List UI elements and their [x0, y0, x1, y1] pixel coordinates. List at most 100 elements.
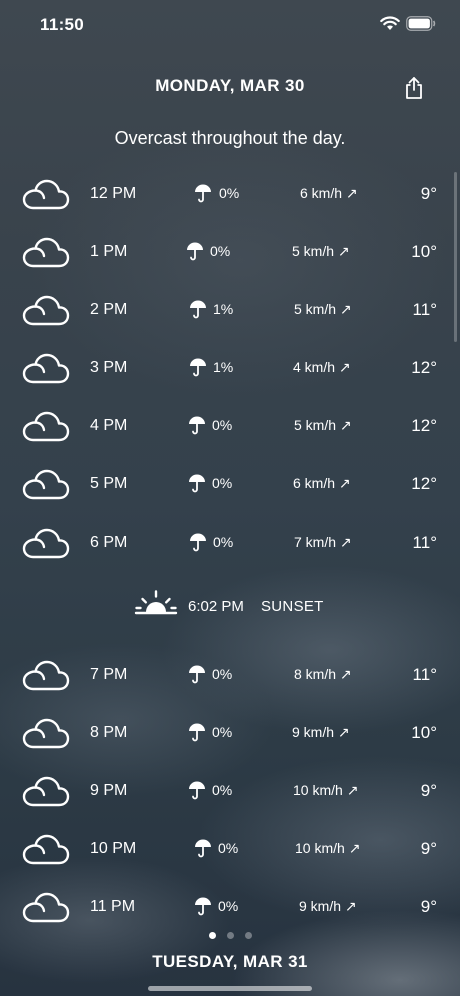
umbrella-icon: [188, 722, 206, 742]
precip-chance: 1%: [213, 301, 234, 317]
hour-row: 9 PM 0% 10 km/h ↗ 9°: [0, 771, 460, 811]
temperature: 12°: [411, 358, 437, 377]
hour-row: 3 PM 1% 4 km/h ↗ 12°: [0, 348, 460, 388]
date-title: MONDAY, MAR 30: [155, 76, 305, 95]
precip-chance: 0%: [212, 417, 233, 433]
hour-row: 8 PM 0% 9 km/h ↗ 10°: [0, 713, 460, 753]
page-dot[interactable]: [245, 932, 252, 939]
umbrella-icon: [188, 415, 206, 435]
cloud-icon: [22, 716, 70, 755]
page-dot[interactable]: [209, 932, 216, 939]
umbrella-icon: [188, 473, 206, 493]
umbrella-icon: [194, 838, 212, 858]
umbrella-icon: [188, 664, 206, 684]
home-indicator[interactable]: [148, 986, 312, 991]
hour-label: 2 PM: [90, 301, 128, 318]
hour-label: 9 PM: [90, 782, 128, 799]
temperature: 10°: [411, 723, 437, 742]
sunset-label: SUNSET: [261, 598, 324, 615]
precip-chance: 0%: [219, 185, 240, 201]
wind-speed: 5 km/h ↗: [292, 243, 350, 259]
wind-speed: 5 km/h ↗: [294, 301, 352, 317]
next-day-title: TUESDAY, MAR 31: [152, 952, 308, 971]
umbrella-icon: [189, 299, 207, 319]
precip-chance: 0%: [212, 782, 233, 798]
battery-icon: [406, 16, 436, 36]
status-bar: 11:50: [0, 0, 460, 50]
wind-speed: 8 km/h ↗: [294, 666, 352, 682]
precip-chance: 0%: [212, 475, 233, 491]
precip-chance: 0%: [212, 724, 233, 740]
sunset-time: 6:02 PM: [188, 598, 244, 615]
hour-row: 5 PM 0% 6 km/h ↗ 12°: [0, 464, 460, 504]
umbrella-icon: [188, 780, 206, 800]
hour-label: 5 PM: [90, 475, 128, 492]
hour-row: 1 PM 0% 5 km/h ↗ 10°: [0, 232, 460, 272]
wind-speed: 6 km/h ↗: [300, 185, 358, 201]
status-time: 11:50: [40, 15, 85, 34]
hour-label: 10 PM: [90, 840, 137, 857]
precip-chance: 0%: [218, 840, 239, 856]
temperature: 10°: [411, 242, 437, 261]
temperature: 12°: [411, 474, 437, 493]
scroll-indicator[interactable]: [454, 172, 457, 342]
hour-row: 12 PM 0% 6 km/h ↗ 9°: [0, 174, 460, 214]
cloud-icon: [22, 526, 70, 565]
hour-row: 11 PM 0% 9 km/h ↗ 9°: [0, 887, 460, 927]
hour-label: 1 PM: [90, 243, 128, 260]
umbrella-icon: [189, 532, 207, 552]
sunset-icon: [134, 590, 178, 621]
page-dot[interactable]: [227, 932, 234, 939]
hour-label: 8 PM: [90, 724, 128, 741]
cloud-icon: [22, 774, 70, 813]
temperature: 9°: [420, 781, 437, 800]
cloud-icon: [22, 293, 70, 332]
wind-speed: 4 km/h ↗: [293, 359, 351, 375]
cloud-icon: [22, 351, 70, 390]
share-icon[interactable]: [402, 76, 426, 100]
hour-label: 6 PM: [90, 534, 128, 551]
hour-row: 7 PM 0% 8 km/h ↗ 11°: [0, 655, 460, 695]
umbrella-icon: [186, 241, 204, 261]
cloud-icon: [22, 177, 70, 216]
umbrella-icon: [194, 896, 212, 916]
temperature: 12°: [411, 416, 437, 435]
temperature: 9°: [420, 184, 437, 203]
day-summary: Overcast throughout the day.: [114, 128, 346, 148]
precip-chance: 0%: [212, 666, 233, 682]
hour-label: 12 PM: [90, 185, 137, 202]
sunset-row: 6:02 PM SUNSET: [0, 590, 460, 620]
hour-label: 3 PM: [90, 359, 128, 376]
cloud-icon: [22, 467, 70, 506]
hour-label: 7 PM: [90, 666, 128, 683]
umbrella-icon: [189, 357, 207, 377]
precip-chance: 1%: [213, 359, 234, 375]
cloud-icon: [22, 235, 70, 274]
temperature: 11°: [412, 533, 437, 552]
hour-label: 11 PM: [90, 898, 136, 915]
precip-chance: 0%: [213, 534, 234, 550]
hour-row: 4 PM 0% 5 km/h ↗ 12°: [0, 406, 460, 446]
cloud-icon: [22, 658, 70, 697]
wind-speed: 10 km/h ↗: [295, 840, 361, 856]
temperature: 9°: [420, 839, 437, 858]
wind-speed: 7 km/h ↗: [294, 534, 352, 550]
cloud-icon: [22, 832, 70, 871]
wifi-icon: [380, 16, 400, 36]
wind-speed: 9 km/h ↗: [292, 724, 350, 740]
precip-chance: 0%: [218, 898, 239, 914]
hour-row: 10 PM 0% 10 km/h ↗ 9°: [0, 829, 460, 869]
temperature: 9°: [420, 897, 437, 916]
hour-label: 4 PM: [90, 417, 128, 434]
wind-speed: 5 km/h ↗: [294, 417, 352, 433]
hour-row: 2 PM 1% 5 km/h ↗ 11°: [0, 290, 460, 330]
wind-speed: 10 km/h ↗: [293, 782, 359, 798]
temperature: 11°: [412, 665, 437, 684]
wind-speed: 6 km/h ↗: [293, 475, 351, 491]
temperature: 11°: [412, 300, 437, 319]
page-indicator[interactable]: [0, 932, 460, 942]
hour-row: 6 PM 0% 7 km/h ↗ 11°: [0, 523, 460, 563]
wind-speed: 9 km/h ↗: [299, 898, 357, 914]
cloud-icon: [22, 890, 70, 929]
precip-chance: 0%: [210, 243, 231, 259]
